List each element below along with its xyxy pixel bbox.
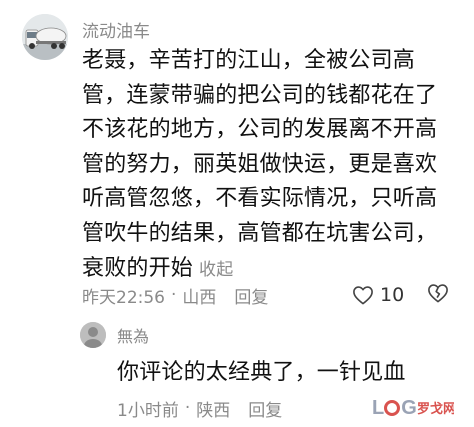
collapse-link[interactable]: 收起 <box>199 260 233 280</box>
watermark-text-mark: 罗戈网 <box>417 401 454 417</box>
like-count: 10 <box>380 284 405 306</box>
comment-thread: 流动油车 老聂，辛苦打的江山，全被公司高管，连蒙带骗的把公司的钱都花在了不该花的… <box>0 0 474 427</box>
comment-username[interactable]: 流动油车 <box>82 17 150 42</box>
reply-text: 你评论的太经典了，一针见血 <box>117 360 406 385</box>
svg-text:罗戈网: 罗戈网 <box>417 401 454 417</box>
reply-avatar-image <box>80 322 106 348</box>
broken-heart-icon <box>428 284 448 303</box>
reply-username[interactable]: 無為 <box>117 323 149 347</box>
comment-text: 老聂，辛苦打的江山，全被公司高管，连蒙带骗的把公司的钱都花在了不该花的地方，公司… <box>82 48 438 281</box>
separator-dot: · <box>171 285 177 305</box>
reply-button[interactable]: 回复 <box>234 283 268 308</box>
comment-body: 老聂，辛苦打的江山，全被公司高管，连蒙带骗的把公司的钱都花在了不该花的地方，公司… <box>82 44 454 287</box>
reply-time: 1小时前 <box>117 400 179 421</box>
reply-meta: 1小时前 · 陕西 回复 <box>117 396 282 421</box>
comment-time: 昨天22:56 <box>82 287 165 308</box>
like-button[interactable]: 10 <box>352 282 404 308</box>
watermark-logo: LG 罗戈网 <box>372 394 454 422</box>
separator-dot: · <box>184 398 191 418</box>
truck-avatar-image <box>22 14 68 60</box>
avatar[interactable] <box>22 14 68 60</box>
reply-avatar[interactable] <box>80 322 106 348</box>
heart-outline-icon <box>353 286 373 305</box>
watermark-logo-mark: LG <box>372 396 417 419</box>
dislike-button[interactable] <box>427 283 449 307</box>
comment-location: 山西 <box>182 287 217 308</box>
comment-meta: 昨天22:56 · 山西 回复 <box>82 282 268 308</box>
reply-location: 陕西 <box>196 400 231 421</box>
reply-reply-button[interactable]: 回复 <box>248 396 282 421</box>
